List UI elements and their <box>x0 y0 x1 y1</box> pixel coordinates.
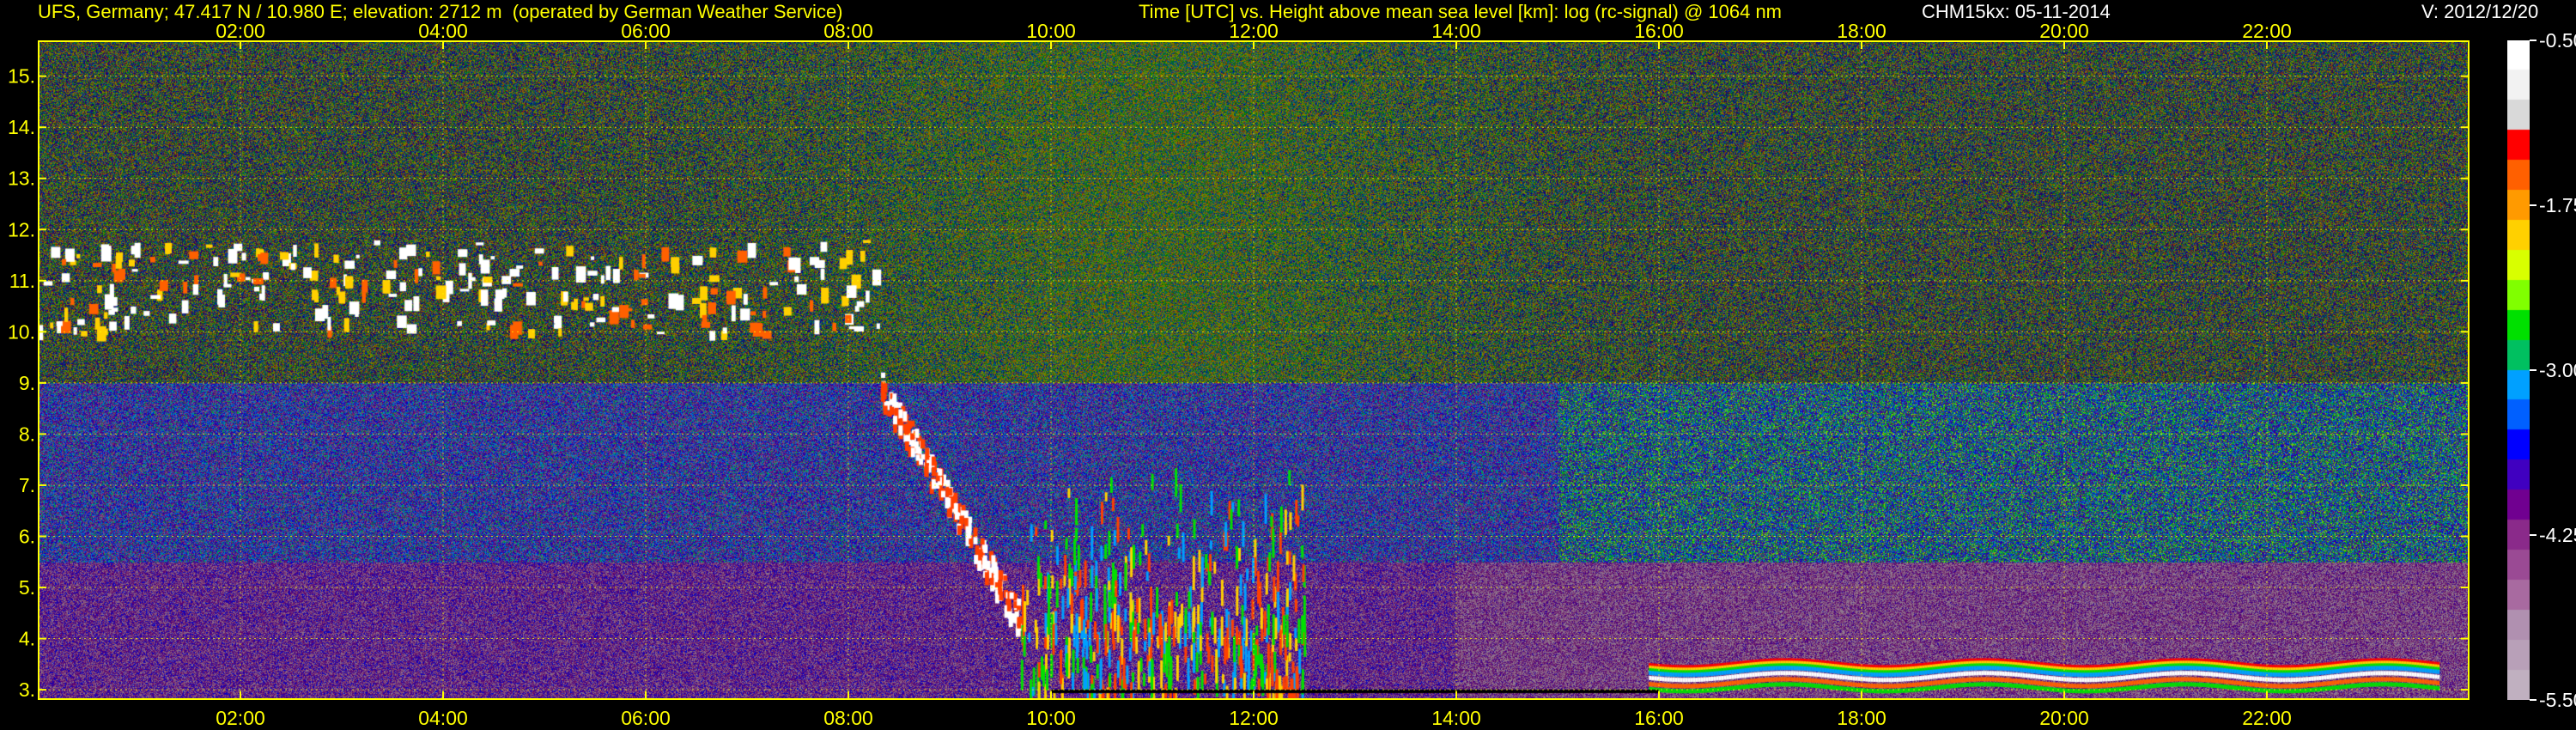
y-tick-label: 3. <box>19 678 35 701</box>
y-tick-label: 5. <box>19 576 35 599</box>
colorbar-tick-label: -3.00 <box>2539 359 2576 381</box>
y-tick-label: 8. <box>19 423 35 445</box>
x-tick-label: 12:00 <box>1229 20 1279 42</box>
y-tick-label: 12. <box>8 218 35 240</box>
y-tick-label: 4. <box>19 628 35 650</box>
x-tick-label: 20:00 <box>2039 707 2089 729</box>
y-tick-label: 13. <box>8 167 35 190</box>
x-tick-label: 10:00 <box>1026 707 1076 729</box>
colorbar-tick-label: -1.75 <box>2539 194 2576 216</box>
y-tick-label: 10. <box>8 320 35 343</box>
x-tick-label: 14:00 <box>1431 20 1481 42</box>
x-tick-label: 04:00 <box>418 707 468 729</box>
x-tick-label: 18:00 <box>1837 707 1886 729</box>
colorbar-tick-label: -5.50 <box>2539 689 2576 711</box>
colorbar-tick-label: -0.50 <box>2539 29 2576 52</box>
colorbar-tick-label: -4.25 <box>2539 524 2576 546</box>
x-tick-label: 04:00 <box>418 20 468 42</box>
x-tick-label: 08:00 <box>823 707 873 729</box>
y-tick-label: 11. <box>9 270 35 292</box>
x-tick-label: 02:00 <box>216 707 265 729</box>
x-tick-label: 22:00 <box>2242 707 2292 729</box>
y-tick-label: 15. <box>8 65 35 88</box>
x-tick-label: 12:00 <box>1229 707 1279 729</box>
x-tick-label: 02:00 <box>216 20 265 42</box>
x-tick-label: 16:00 <box>1634 20 1684 42</box>
chart-axes: 02:00 02:00 04:00 04:00 06:00 06:00 08:00 08:00… <box>8 20 2576 729</box>
x-tick-label: 08:00 <box>823 20 873 42</box>
x-tick-label: 18:00 <box>1837 20 1886 42</box>
x-tick-label: 16:00 <box>1634 707 1684 729</box>
x-tick-label: 06:00 <box>621 707 671 729</box>
y-tick-label: 14. <box>8 116 35 138</box>
x-tick-label: 14:00 <box>1431 707 1481 729</box>
x-tick-label: 06:00 <box>621 20 671 42</box>
y-tick-label: 7. <box>19 474 35 496</box>
x-tick-label: 10:00 <box>1026 20 1076 42</box>
x-tick-label: 20:00 <box>2039 20 2089 42</box>
colorbar <box>2507 40 2530 700</box>
y-tick-label: 6. <box>19 525 35 547</box>
y-tick-label: 9. <box>19 372 35 394</box>
x-tick-label: 22:00 <box>2242 20 2292 42</box>
